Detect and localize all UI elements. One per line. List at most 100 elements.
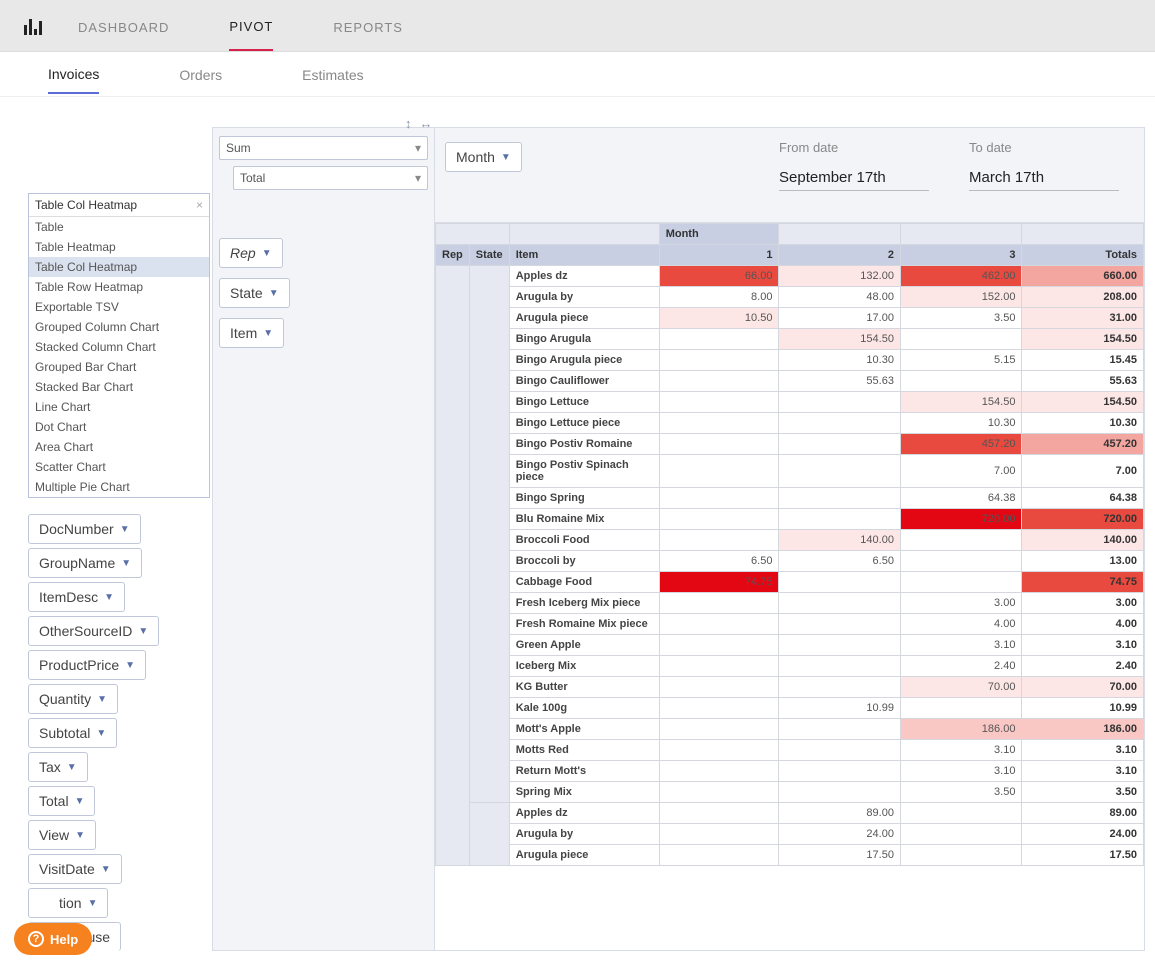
to-date-field[interactable]: To date March 17th <box>969 140 1119 191</box>
field-chip[interactable]: Total▼ <box>28 786 95 816</box>
chart-type-option[interactable]: Table <box>29 217 209 237</box>
chart-type-select[interactable]: Table Col Heatmap × TableTable HeatmapTa… <box>28 193 210 498</box>
item-cell: Arugula piece <box>509 308 659 329</box>
chart-type-option[interactable]: Table Heatmap <box>29 237 209 257</box>
chevron-down-icon: ▼ <box>262 248 272 259</box>
value-cell <box>659 803 779 824</box>
item-cell: Bingo Postiv Romaine <box>509 434 659 455</box>
item-cell: Motts Red <box>509 740 659 761</box>
chevron-down-icon: ▾ <box>415 141 421 155</box>
nav-pivot[interactable]: PIVOT <box>229 1 273 51</box>
aggregator-select[interactable]: Sum ▾ <box>219 136 428 160</box>
col-field-month[interactable]: Month ▼ <box>445 142 522 172</box>
table-row: Fresh Romaine Mix piece4.004.00 <box>436 614 1144 635</box>
field-chip[interactable]: Quantity▼ <box>28 684 118 714</box>
value-cell: 5.15 <box>900 350 1022 371</box>
chart-type-option[interactable]: Multiple Pie Chart <box>29 477 209 497</box>
left-panel: Table Col Heatmap × TableTable HeatmapTa… <box>28 193 210 951</box>
value-cell <box>779 488 901 509</box>
value-cell <box>779 740 901 761</box>
subtab-invoices[interactable]: Invoices <box>48 54 99 94</box>
field-chip[interactable]: GroupName▼ <box>28 548 142 578</box>
chevron-down-icon: ▼ <box>97 694 107 705</box>
nav-dashboard[interactable]: DASHBOARD <box>78 2 169 50</box>
nav-reports[interactable]: REPORTS <box>333 2 403 50</box>
top-nav: DASHBOARD PIVOT REPORTS <box>0 0 1155 52</box>
table-row: Cabbage Food74.7574.75 <box>436 572 1144 593</box>
value-cell: 3.00 <box>900 593 1022 614</box>
value-cell <box>659 350 779 371</box>
value-cell <box>779 656 901 677</box>
value-cell <box>900 572 1022 593</box>
field-chip-truncated[interactable]: tion▼ <box>28 888 108 918</box>
col-2[interactable]: 2 <box>779 245 901 266</box>
header-state[interactable]: State <box>469 245 509 266</box>
chart-type-selected[interactable]: Table Col Heatmap × <box>29 194 209 217</box>
field-chip[interactable]: VisitDate▼ <box>28 854 122 884</box>
chart-type-option[interactable]: Exportable TSV <box>29 297 209 317</box>
swap-horizontal-icon[interactable]: ↔ <box>420 116 433 131</box>
item-cell: Bingo Arugula <box>509 329 659 350</box>
field-chip[interactable]: ProductPrice▼ <box>28 650 146 680</box>
row-field-chip[interactable]: State▼ <box>219 278 290 308</box>
chart-type-option[interactable]: Area Chart <box>29 437 209 457</box>
value-cell <box>659 740 779 761</box>
value-cell <box>779 509 901 530</box>
value-cell: 6.50 <box>779 551 901 572</box>
table-row: Arugula by8.0048.00152.00208.00 <box>436 287 1144 308</box>
value-cell: 3.10 <box>900 740 1022 761</box>
to-date-label: To date <box>969 140 1119 155</box>
chart-type-option[interactable]: Scatter Chart <box>29 457 209 477</box>
row-total: 89.00 <box>1022 803 1144 824</box>
sub-nav: Invoices Orders Estimates <box>0 52 1155 97</box>
value-cell <box>779 719 901 740</box>
subtab-estimates[interactable]: Estimates <box>302 55 363 93</box>
clear-icon[interactable]: × <box>196 198 203 212</box>
chart-type-option[interactable]: Grouped Column Chart <box>29 317 209 337</box>
chart-type-option[interactable]: Line Chart <box>29 397 209 417</box>
logo-icon <box>24 17 42 35</box>
item-cell: Bingo Arugula piece <box>509 350 659 371</box>
item-cell: Broccoli Food <box>509 530 659 551</box>
table-row: Apples dz66.00132.00462.00660.00 <box>436 266 1144 287</box>
col-1[interactable]: 1 <box>659 245 779 266</box>
chart-type-option[interactable]: Dot Chart <box>29 417 209 437</box>
field-chip[interactable]: OtherSourceID▼ <box>28 616 159 646</box>
row-total: 17.50 <box>1022 845 1144 866</box>
field-chip[interactable]: DocNumber▼ <box>28 514 141 544</box>
chart-type-option[interactable]: Table Col Heatmap <box>29 257 209 277</box>
header-item[interactable]: Item <box>509 245 659 266</box>
chart-type-option[interactable]: Stacked Bar Chart <box>29 377 209 397</box>
value-cell <box>659 455 779 488</box>
from-date-value[interactable]: September 17th <box>779 169 929 191</box>
value-cell <box>900 824 1022 845</box>
field-chip[interactable]: Subtotal▼ <box>28 718 117 748</box>
value-cell: 10.30 <box>900 413 1022 434</box>
field-label: GroupName <box>39 555 115 571</box>
row-field-chip[interactable]: Rep▼ <box>219 238 283 268</box>
value-cell <box>900 371 1022 392</box>
header-rep[interactable]: Rep <box>436 245 470 266</box>
aggregator-field-label: Total <box>240 171 265 185</box>
subtab-orders[interactable]: Orders <box>179 55 222 93</box>
item-cell: Bingo Postiv Spinach piece <box>509 455 659 488</box>
from-date-field[interactable]: From date September 17th <box>779 140 929 191</box>
field-label: Subtotal <box>39 725 90 741</box>
aggregator-field-select[interactable]: Total ▾ <box>233 166 428 190</box>
help-button[interactable]: ? Help <box>14 923 92 955</box>
chevron-down-icon: ▼ <box>101 864 111 875</box>
item-cell: Iceberg Mix <box>509 656 659 677</box>
value-cell <box>659 782 779 803</box>
swap-vertical-icon[interactable]: ↕ <box>405 116 412 131</box>
value-cell: 70.00 <box>900 677 1022 698</box>
chart-type-option[interactable]: Grouped Bar Chart <box>29 357 209 377</box>
chart-type-option[interactable]: Stacked Column Chart <box>29 337 209 357</box>
field-chip[interactable]: Tax▼ <box>28 752 88 782</box>
table-row: Blu Romaine Mix720.00720.00 <box>436 509 1144 530</box>
chart-type-option[interactable]: Table Row Heatmap <box>29 277 209 297</box>
field-chip[interactable]: ItemDesc▼ <box>28 582 125 612</box>
field-chip[interactable]: View▼ <box>28 820 96 850</box>
to-date-value[interactable]: March 17th <box>969 169 1119 191</box>
row-field-chip[interactable]: Item▼ <box>219 318 284 348</box>
col-3[interactable]: 3 <box>900 245 1022 266</box>
